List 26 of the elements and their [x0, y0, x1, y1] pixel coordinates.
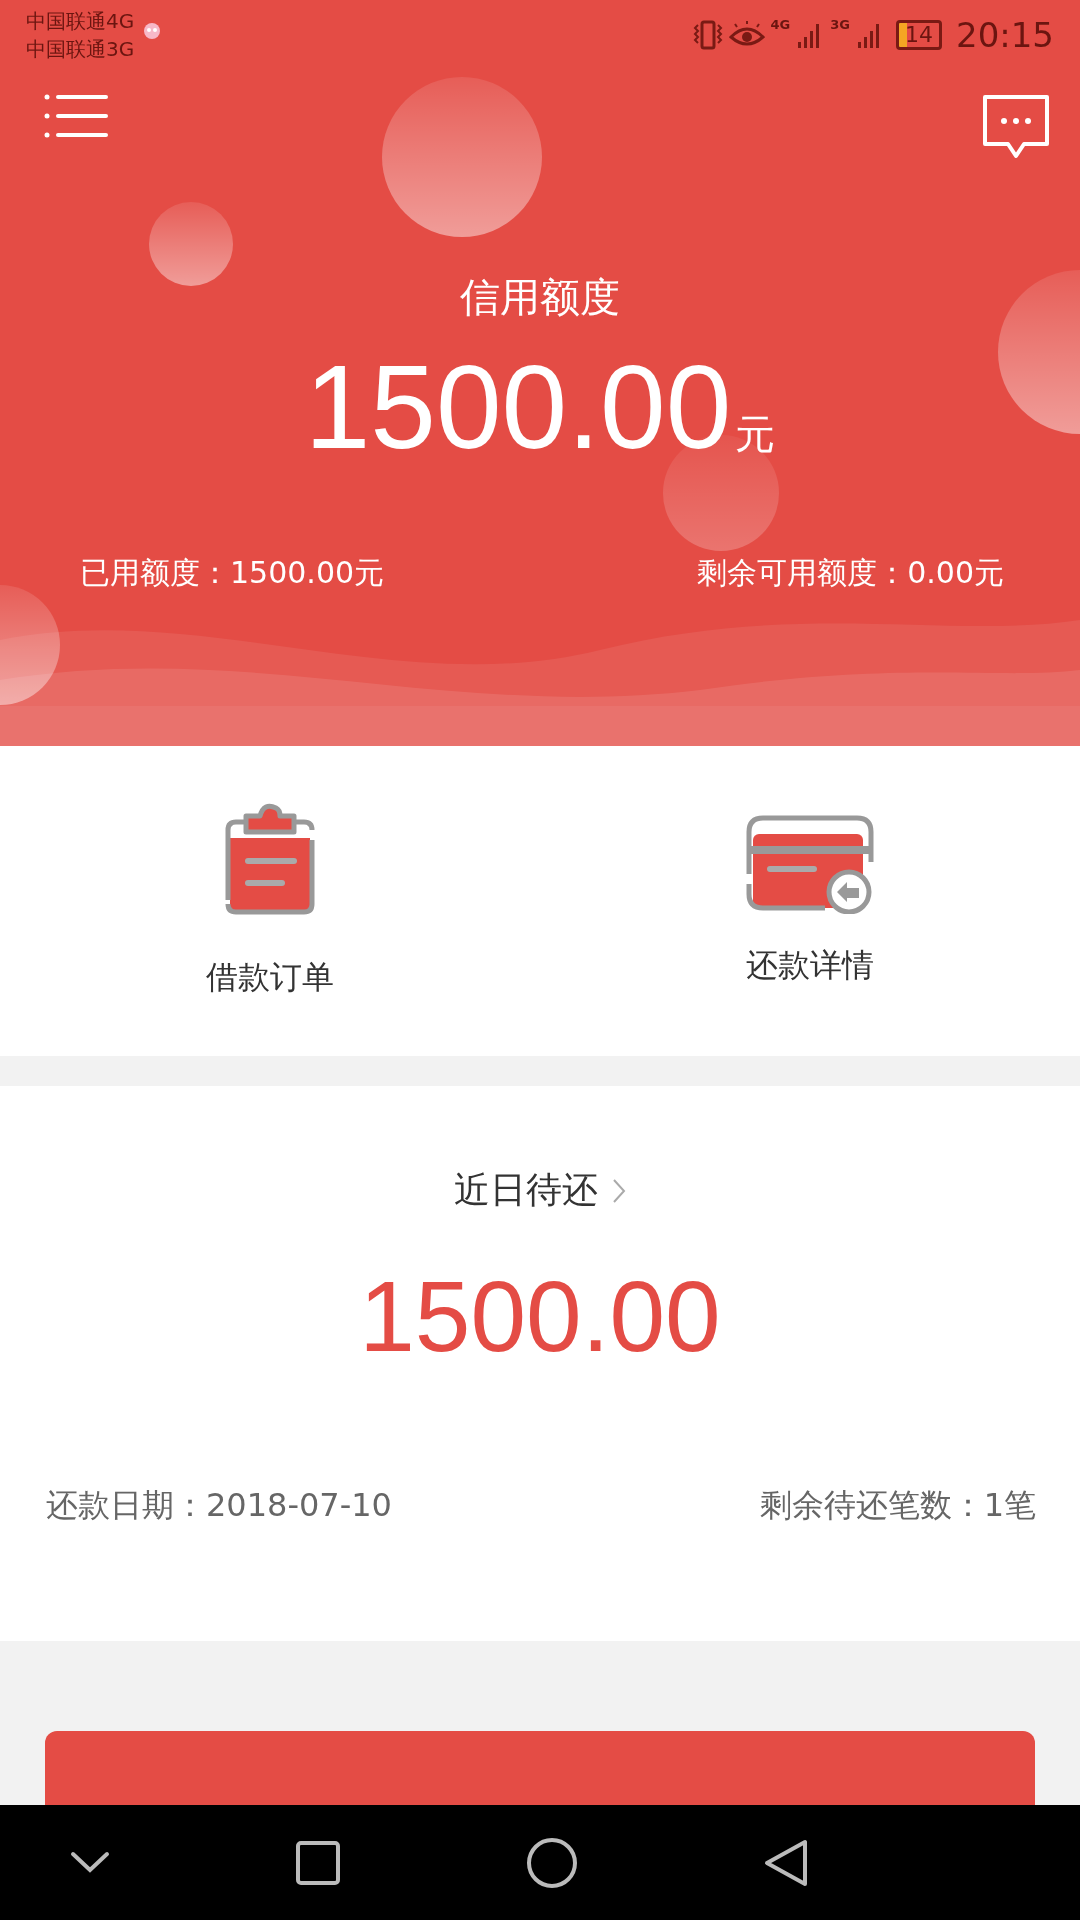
carrier-name: 中国联通3G: [26, 36, 135, 63]
network-type: 4G: [770, 17, 791, 32]
repayment-date: 还款日期：2018-07-10: [46, 1485, 392, 1526]
message-icon[interactable]: [982, 94, 1050, 160]
home-icon[interactable]: [526, 1836, 578, 1889]
recents-icon[interactable]: [295, 1839, 341, 1886]
chevron-down-icon[interactable]: [70, 1850, 110, 1875]
currency-unit: 元: [735, 410, 776, 459]
credit-title: 信用额度: [459, 273, 621, 322]
clock: 20:15: [956, 15, 1054, 55]
used-credit: 已用额度：1500.00元: [80, 553, 385, 592]
remaining-credit: 剩余可用额度：0.00元: [697, 553, 1004, 592]
back-icon[interactable]: [763, 1837, 809, 1888]
carrier-name: 中国联通4G: [26, 8, 135, 35]
battery-indicator: 14: [896, 20, 942, 50]
card-icon[interactable]: [745, 814, 875, 914]
due-title-link[interactable]: 近日待还: [454, 1166, 626, 1215]
shortcut-label[interactable]: 借款订单: [206, 956, 334, 1000]
remaining-count: 剩余待还笔数：1笔: [759, 1485, 1036, 1526]
vibrate-icon: [692, 19, 723, 51]
chevron-right-icon: [612, 1177, 626, 1204]
shortcut-label[interactable]: 还款详情: [746, 944, 874, 988]
credit-amount: 1500.00: [304, 343, 732, 473]
due-amount: 1500.00: [358, 1259, 722, 1374]
network-type: 3G: [830, 17, 850, 32]
menu-icon[interactable]: [44, 94, 108, 138]
